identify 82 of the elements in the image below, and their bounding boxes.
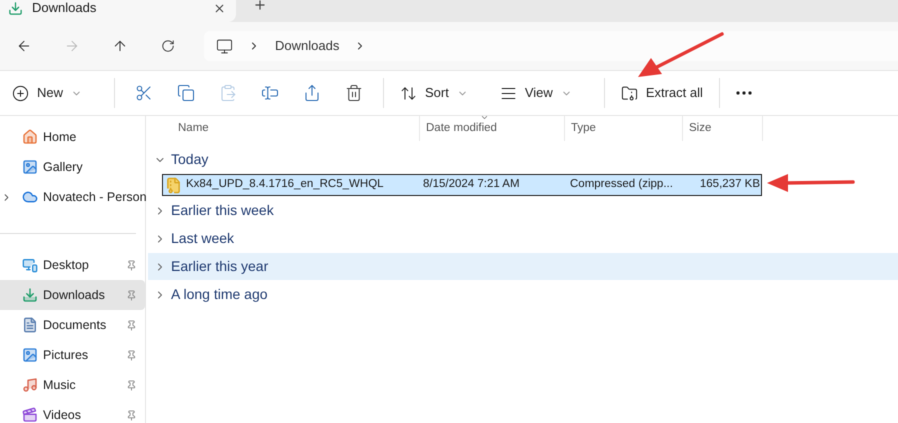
group-label: A long time ago xyxy=(171,285,268,304)
refresh-icon xyxy=(161,39,175,53)
sidebar-item[interactable]: Pictures xyxy=(0,340,145,370)
trash-icon xyxy=(345,84,364,102)
toolbar-menu-button[interactable]: Sort xyxy=(392,77,476,109)
house-icon xyxy=(22,129,38,145)
share-icon xyxy=(303,84,322,102)
computer-icon xyxy=(216,38,233,54)
pin-icon xyxy=(126,290,137,300)
gallery-icon xyxy=(22,159,38,175)
sidebar-label: Videos xyxy=(43,406,82,423)
tab-title: Downloads xyxy=(32,0,98,18)
column-header[interactable]: Size xyxy=(683,116,763,141)
column-header[interactable]: Date modified xyxy=(420,116,565,141)
window-tab[interactable]: Downloads xyxy=(0,0,236,22)
sidebar-label: Music xyxy=(43,376,77,394)
column-label: Size xyxy=(689,120,712,136)
pictures-icon xyxy=(22,347,38,363)
sidebar-label: Documents xyxy=(43,316,108,334)
group-header[interactable]: Today xyxy=(148,146,898,173)
date-cell-text: 8/15/2024 7:21 AM xyxy=(422,177,521,192)
cloud-icon xyxy=(22,189,38,205)
sidebar-label: Desktop xyxy=(43,256,90,274)
sidebar-item[interactable]: Gallery xyxy=(0,152,145,182)
back-icon xyxy=(16,38,32,54)
cut-icon xyxy=(135,84,154,102)
column-header[interactable]: Type xyxy=(565,116,683,141)
forward-icon xyxy=(64,38,80,54)
file-name: Kx84_UPD_8.4.1716_en_RC5_WHQL xyxy=(186,177,384,192)
toolbar-menu-button[interactable]: View xyxy=(492,77,580,109)
size-cell-text: 165,237 KB xyxy=(698,177,760,192)
music-icon xyxy=(22,377,38,393)
rename-icon xyxy=(261,84,280,102)
group-header[interactable]: Earlier this week xyxy=(148,197,898,224)
column-label: Type xyxy=(571,120,596,136)
zip-folder-icon xyxy=(165,176,182,194)
group-header[interactable]: Last week xyxy=(148,225,898,252)
sidebar-item[interactable]: Home xyxy=(0,122,145,152)
copy-icon xyxy=(177,84,196,102)
new-tab-icon[interactable] xyxy=(253,0,267,12)
plus-circle-icon xyxy=(12,84,29,102)
address-bar[interactable]: Downloads xyxy=(204,31,898,61)
document-icon xyxy=(22,317,38,333)
toolbar-menu-button[interactable]: New xyxy=(4,77,90,109)
column-header[interactable]: Name xyxy=(148,116,420,141)
sidebar-label: Home xyxy=(43,128,78,146)
folder-icon xyxy=(620,84,638,102)
sidebar-label: Novatech - Person xyxy=(43,188,147,206)
video-icon xyxy=(22,407,38,423)
sort-icon xyxy=(400,84,418,102)
desktop-icon xyxy=(22,257,38,273)
sidebar-item[interactable]: Music xyxy=(0,370,145,400)
pin-icon xyxy=(126,380,137,390)
group-label: Earlier this year xyxy=(171,257,268,276)
column-label: Date modified xyxy=(426,120,497,136)
pin-icon xyxy=(126,320,137,330)
paste-icon xyxy=(219,84,238,102)
more-icon xyxy=(736,91,752,95)
group-label: Earlier this week xyxy=(171,201,274,220)
column-label: Name xyxy=(178,120,209,136)
breadcrumb-item[interactable]: Downloads xyxy=(275,36,340,56)
group-label: Last week xyxy=(171,229,234,248)
sidebar-label: Gallery xyxy=(43,158,84,176)
sidebar-item[interactable]: Videos xyxy=(0,400,145,423)
sidebar-label: Pictures xyxy=(43,346,90,364)
pin-icon xyxy=(126,410,137,420)
sidebar-item[interactable]: Desktop xyxy=(0,250,145,280)
close-icon xyxy=(213,2,226,14)
download-icon xyxy=(22,287,38,303)
download-icon xyxy=(8,0,23,16)
group-header[interactable]: A long time ago xyxy=(148,281,898,308)
sidebar-item[interactable]: Downloads xyxy=(0,280,145,310)
pin-icon xyxy=(126,260,137,270)
group-header[interactable]: Earlier this year xyxy=(148,253,898,280)
extract-all-button[interactable]: Extract all xyxy=(612,77,711,109)
sidebar-label: Downloads xyxy=(43,286,106,304)
sidebar-item[interactable]: Documents xyxy=(0,310,145,340)
file-row[interactable]: Kx84_UPD_8.4.1716_en_RC5_WHQL 8/15/2024 7:21 AM Compressed (zipp... 165,237 KB xyxy=(162,174,762,196)
pin-icon xyxy=(126,350,137,360)
sidebar-item[interactable]: Novatech - Person xyxy=(0,182,145,212)
group-label: Today xyxy=(171,150,208,169)
type-cell-text: Compressed (zipp... xyxy=(569,177,674,192)
